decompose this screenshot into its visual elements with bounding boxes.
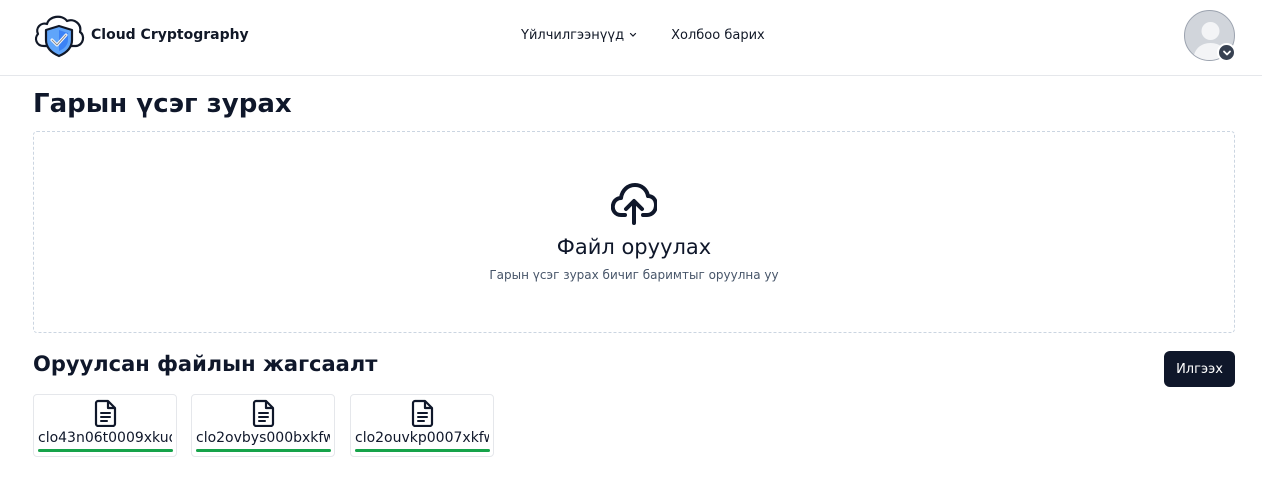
nav-services-dropdown[interactable]: Үйлчилгээнүүд [521, 26, 637, 44]
file-progress-bar [355, 449, 490, 452]
send-button[interactable]: Илгээх [1164, 351, 1235, 387]
chevron-down-icon [630, 32, 637, 37]
nav-contact-link[interactable]: Холбоо барих [671, 26, 765, 44]
document-icon [252, 399, 275, 427]
nav-services-label: Үйлчилгээнүүд [521, 27, 625, 43]
file-progress-fill [38, 449, 173, 452]
file-card[interactable]: clo2ouvkp0007xkfwe [350, 394, 494, 457]
uploaded-files-title: Оруулсан файлын жагсаалт [33, 352, 378, 376]
document-icon [94, 399, 117, 427]
file-progress-bar [38, 449, 173, 452]
brand-name: Cloud Cryptography [91, 27, 249, 43]
top-header: Cloud Cryptography Үйлчилгээнүүд Холбоо … [0, 0, 1262, 76]
file-progress-fill [196, 449, 331, 452]
user-menu-button[interactable] [1184, 10, 1236, 62]
file-name: clo43n06t0009xkudp [38, 430, 172, 446]
page-title: Гарын үсэг зурах [33, 89, 292, 119]
avatar-dropdown-badge [1217, 43, 1236, 62]
dropzone-title: Файл оруулах [556, 235, 712, 259]
chevron-down-icon [1222, 50, 1231, 55]
main-nav: Үйлчилгээнүүд Холбоо барих [521, 26, 765, 44]
file-name: clo2ouvkp0007xkfwe [355, 430, 489, 446]
file-card[interactable]: clo2ovbys000bxkfwv [191, 394, 335, 457]
file-progress-bar [196, 449, 331, 452]
dropzone-subtitle: Гарын үсэг зурах бичиг баримтыг оруулна … [489, 268, 779, 282]
file-dropzone[interactable] [33, 131, 1235, 333]
file-card[interactable]: clo43n06t0009xkudp [33, 394, 177, 457]
cloud-upload-icon [611, 183, 657, 225]
brand-link[interactable]: Cloud Cryptography [32, 12, 249, 58]
file-progress-fill [355, 449, 490, 452]
document-icon [411, 399, 434, 427]
nav-contact-label: Холбоо барих [671, 27, 765, 43]
cloud-shield-check-icon [34, 15, 85, 58]
file-name: clo2ovbys000bxkfwv [196, 430, 330, 446]
